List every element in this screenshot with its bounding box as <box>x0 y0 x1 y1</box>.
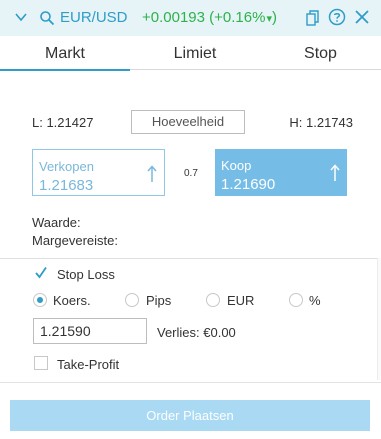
price-change: +0.00193 (+0.16%▾) <box>142 9 277 26</box>
stop-loss-label: Stop Loss <box>57 267 115 282</box>
order-type-tabs: Markt Limiet Stop <box>0 36 381 71</box>
tab-limiet[interactable]: Limiet <box>130 36 260 70</box>
take-profit-checkbox[interactable] <box>34 356 48 370</box>
copy-icon[interactable] <box>306 10 320 26</box>
scrollbar[interactable] <box>377 258 381 380</box>
place-order-button[interactable]: Order Plaatsen <box>10 400 370 431</box>
price-change-close: ) <box>271 9 277 26</box>
radio-percent[interactable] <box>289 293 303 307</box>
value-label: Waarde: <box>32 215 81 230</box>
instrument-header: EUR/USD +0.00193 (+0.16%▾) <box>0 0 381 36</box>
radio-eur[interactable] <box>206 293 220 307</box>
buy-label: Koop <box>221 158 252 173</box>
close-icon[interactable] <box>354 9 370 25</box>
footer: Order Plaatsen <box>0 382 381 439</box>
stop-loss-checkbox[interactable] <box>34 266 48 280</box>
tab-markt[interactable]: Markt <box>0 36 130 71</box>
search-icon[interactable] <box>39 10 55 26</box>
low-price: L: 1.21427 <box>32 115 94 130</box>
take-profit-label: Take-Profit <box>57 357 120 372</box>
radio-koers[interactable] <box>33 293 47 307</box>
price-change-value: +0.00193 (+0.16% <box>142 9 266 26</box>
stop-loss-input[interactable]: 1.21590 <box>33 318 147 344</box>
instrument-pair[interactable]: EUR/USD <box>60 9 128 26</box>
high-price: H: 1.21743 <box>289 115 353 130</box>
sell-button[interactable]: Verkopen 1.21683 <box>32 149 165 196</box>
chevron-down-icon[interactable] <box>15 12 27 22</box>
arrow-up-icon <box>147 165 157 182</box>
help-icon[interactable] <box>328 8 346 26</box>
sell-price: 1.21683 <box>39 177 94 194</box>
checkmark-icon <box>35 266 47 279</box>
radio-pips[interactable] <box>125 293 139 307</box>
radio-pips-label: Pips <box>146 293 172 308</box>
radio-koers-label: Koers. <box>53 293 91 308</box>
buy-button[interactable]: Koop 1.21690 <box>215 149 347 196</box>
order-panel: EUR/USD +0.00193 (+0.16%▾) Markt Limiet … <box>0 0 381 439</box>
radio-percent-label: % <box>309 293 321 308</box>
tab-stop[interactable]: Stop <box>260 36 381 70</box>
loss-value: Verlies: €0.00 <box>157 325 236 340</box>
sell-label: Verkopen <box>39 159 94 174</box>
quantity-input[interactable]: Hoeveelheid <box>131 110 245 134</box>
margin-label: Margevereiste: <box>32 233 118 248</box>
divider <box>0 258 381 259</box>
buy-price: 1.21690 <box>221 176 276 193</box>
radio-eur-label: EUR <box>227 293 255 308</box>
arrow-up-icon <box>330 164 340 181</box>
spread-value: 0.7 <box>184 168 198 179</box>
